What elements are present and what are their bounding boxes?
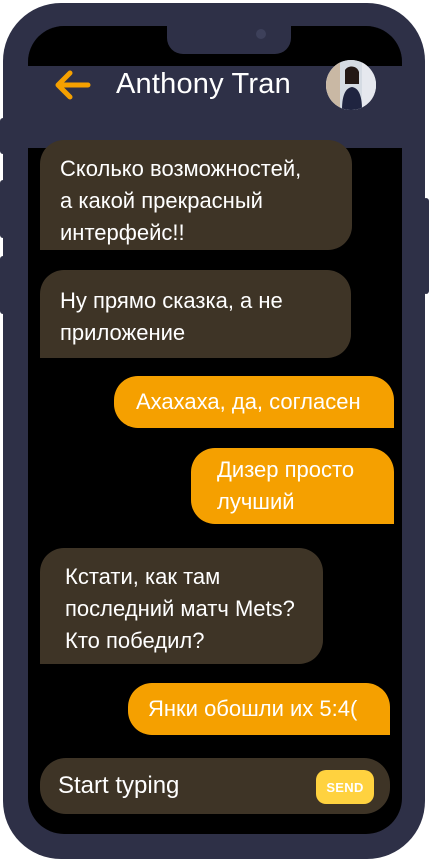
message-incoming: Сколько возможностей, а какой прекрасный… xyxy=(40,140,352,250)
message-incoming: Ну прямо сказка, а не приложение xyxy=(40,270,351,358)
message-composer: SEND xyxy=(40,758,390,814)
send-button[interactable]: SEND xyxy=(316,770,374,804)
message-incoming: Кстати, как там последний матч Mets? Кто… xyxy=(40,548,323,664)
message-input[interactable] xyxy=(58,766,308,806)
message-outgoing: Дизер просто лучший xyxy=(191,448,394,524)
message-outgoing: Янки обошли их 5:4( xyxy=(128,683,390,735)
message-outgoing: Ахахаха, да, согласен xyxy=(114,376,394,428)
message-list: Сколько возможностей, а какой прекрасный… xyxy=(0,0,429,862)
